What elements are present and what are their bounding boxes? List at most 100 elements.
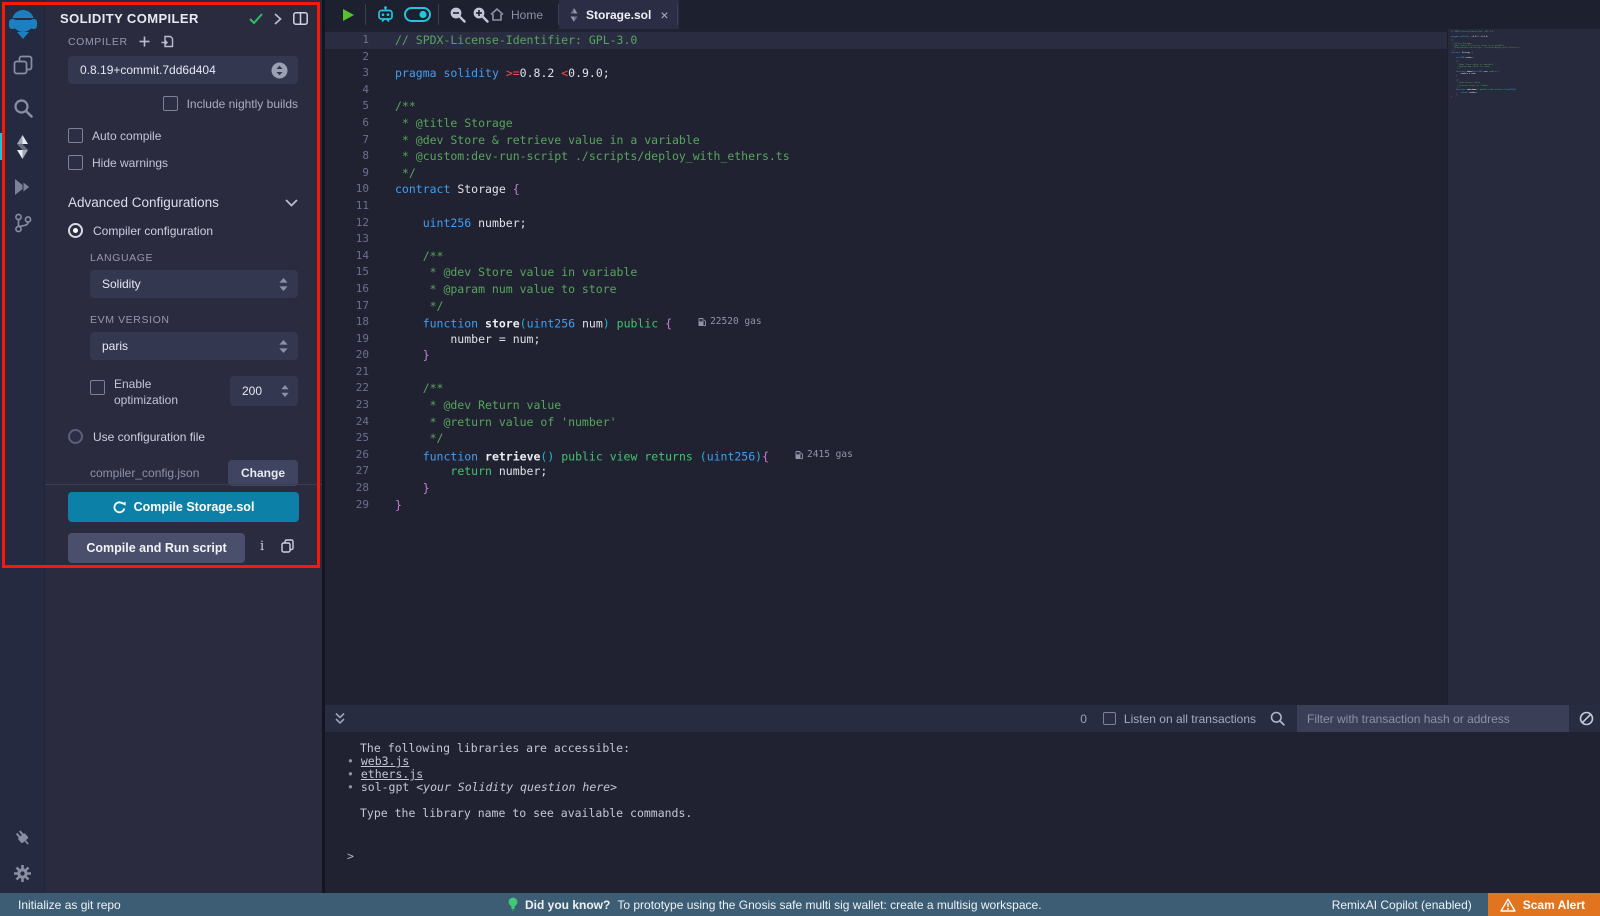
copilot-toggle[interactable] — [401, 0, 433, 29]
editor-tabbar: Home Storage.sol × — [325, 0, 1600, 29]
run-script-play-button[interactable] — [335, 0, 361, 29]
terminal-link[interactable]: ethers.js — [361, 767, 423, 781]
tab-storage-sol[interactable]: Storage.sol × — [559, 0, 679, 29]
updown-arrows-icon — [279, 340, 288, 353]
sidebar-item-plugin-manager[interactable] — [0, 823, 45, 853]
panel-divider — [45, 484, 322, 485]
line-number: 14 — [325, 248, 381, 265]
scam-alert-badge[interactable]: Scam Alert — [1488, 893, 1600, 916]
code-line: 27 return number; — [325, 463, 1447, 480]
include-nightly-checkbox[interactable] — [163, 96, 178, 111]
line-number: 29 — [325, 497, 381, 514]
code-line: 6 * @title Storage — [325, 115, 1447, 132]
auto-compile-checkbox[interactable] — [68, 128, 83, 143]
columns-icon[interactable] — [293, 12, 308, 25]
evm-version-select[interactable]: paris — [90, 332, 298, 360]
minimap[interactable]: // SPDX-License-Identifier: GPL-3.0pragm… — [1447, 29, 1600, 705]
compile-button[interactable]: Compile Storage.sol — [68, 492, 299, 522]
optimization-runs-input[interactable]: 200 — [230, 376, 298, 406]
code-line: 15 * @dev Store value in variable — [325, 264, 1447, 281]
plus-icon[interactable] — [139, 36, 150, 47]
line-number: 7 — [325, 132, 381, 149]
enable-optimization-checkbox[interactable] — [90, 380, 105, 395]
deploy-run-icon — [13, 178, 32, 196]
change-config-button[interactable]: Change — [228, 460, 298, 486]
sidebar-item-search[interactable] — [0, 93, 45, 123]
transaction-filter-input[interactable] — [1297, 705, 1569, 732]
double-chevron-down-icon[interactable] — [334, 712, 346, 725]
advanced-configurations-header[interactable]: Advanced Configurations — [68, 195, 298, 210]
code-line: 10contract Storage { — [325, 181, 1447, 198]
config-file-row: compiler_config.json Change — [90, 460, 298, 486]
include-nightly-row: Include nightly builds — [68, 96, 298, 111]
terminal-prompt[interactable]: > — [347, 850, 1600, 863]
plugin-manager-icon — [13, 828, 33, 848]
code-line: 23 * @dev Return value — [325, 397, 1447, 414]
terminal-link[interactable]: web3.js — [361, 754, 409, 768]
block-icon[interactable] — [1579, 711, 1594, 726]
terminal-line: • sol-gpt <your Solidity question here> — [347, 781, 1600, 794]
search-icon[interactable] — [1270, 711, 1285, 726]
language-select[interactable]: Solidity — [90, 270, 298, 298]
code-line: 2 — [325, 49, 1447, 66]
code-line: 3pragma solidity >=0.8.2 <0.9.0; — [325, 65, 1447, 82]
code-line: 18 function store(uint256 num) public {2… — [325, 314, 1447, 331]
line-number: 11 — [325, 198, 381, 215]
code-area[interactable]: 1// SPDX-License-Identifier: GPL-3.023pr… — [325, 29, 1447, 705]
minimap-code: // SPDX-License-Identifier: GPL-3.0pragm… — [1451, 31, 1520, 99]
enable-optimization-label: Enable optimization — [114, 376, 206, 408]
status-bar-right: RemixAI Copilot (enabled) Scam Alert — [1332, 893, 1600, 916]
info-icon[interactable]: i — [260, 539, 264, 554]
line-number: 4 — [325, 82, 381, 99]
status-bar: Initialize as git repo Did you know? To … — [0, 893, 1600, 916]
line-number: 27 — [325, 463, 381, 480]
compiler-panel: SOLIDITY COMPILER COMPILER — [45, 0, 322, 893]
evm-version-label: EVM VERSION — [90, 314, 298, 326]
sidebar-item-file-explorer[interactable] — [0, 50, 45, 80]
settings-icon — [13, 864, 32, 883]
compiler-panel-header: SOLIDITY COMPILER — [45, 0, 322, 28]
tab-separator — [677, 4, 678, 25]
code-line: 20 } — [325, 347, 1447, 364]
use-configuration-file-radio[interactable] — [68, 429, 83, 444]
sidebar-item-deploy-run[interactable] — [0, 172, 45, 202]
gas-estimate: 2415 gas — [795, 447, 853, 464]
close-tab-icon[interactable]: × — [660, 7, 668, 23]
sidebar-item-git[interactable] — [0, 208, 45, 238]
copilot-status[interactable]: RemixAI Copilot (enabled) — [1332, 898, 1488, 912]
remix-logo-icon — [7, 7, 39, 41]
compiler-version-select[interactable]: 0.8.19+commit.7dd6d404 — [68, 56, 298, 84]
listen-transactions-checkbox[interactable] — [1103, 712, 1116, 725]
ai-assistant-button[interactable] — [371, 0, 399, 29]
copy-icon[interactable] — [281, 539, 294, 558]
line-number: 9 — [325, 165, 381, 182]
compiler-configuration-option: Compiler configuration — [68, 223, 298, 238]
line-number: 25 — [325, 430, 381, 447]
remix-logo[interactable] — [0, 6, 45, 42]
line-number: 5 — [325, 98, 381, 115]
git-init-button[interactable]: Initialize as git repo — [0, 898, 121, 912]
line-number: 24 — [325, 414, 381, 431]
terminal-toolbar: 0 Listen on all transactions — [325, 705, 1600, 732]
hide-warnings-label: Hide warnings — [92, 156, 168, 170]
hide-warnings-checkbox[interactable] — [68, 155, 83, 170]
sidebar-item-solidity-compiler[interactable] — [0, 132, 45, 162]
ai-assistant-icon — [376, 6, 395, 23]
compile-and-run-label: Compile and Run script — [86, 541, 226, 555]
chevron-right-icon[interactable] — [274, 13, 282, 25]
sidebar-item-settings[interactable] — [0, 858, 45, 888]
compile-and-run-button[interactable]: Compile and Run script — [68, 533, 245, 563]
code-lines: 1// SPDX-License-Identifier: GPL-3.023pr… — [325, 32, 1447, 513]
import-file-icon[interactable] — [161, 35, 174, 48]
advanced-configurations-title: Advanced Configurations — [68, 195, 219, 210]
line-number: 6 — [325, 115, 381, 132]
git-icon — [14, 213, 32, 233]
compiler-configuration-radio[interactable] — [68, 223, 83, 238]
evm-version-value: paris — [102, 339, 279, 353]
code-line: 12 uint256 number; — [325, 215, 1447, 232]
line-number: 16 — [325, 281, 381, 298]
tab-home[interactable]: Home — [480, 0, 553, 29]
code-editor: 1// SPDX-License-Identifier: GPL-3.023pr… — [325, 29, 1600, 705]
toolbar-separator — [438, 4, 439, 25]
terminal-output[interactable]: The following libraries are accessible:•… — [325, 732, 1600, 893]
